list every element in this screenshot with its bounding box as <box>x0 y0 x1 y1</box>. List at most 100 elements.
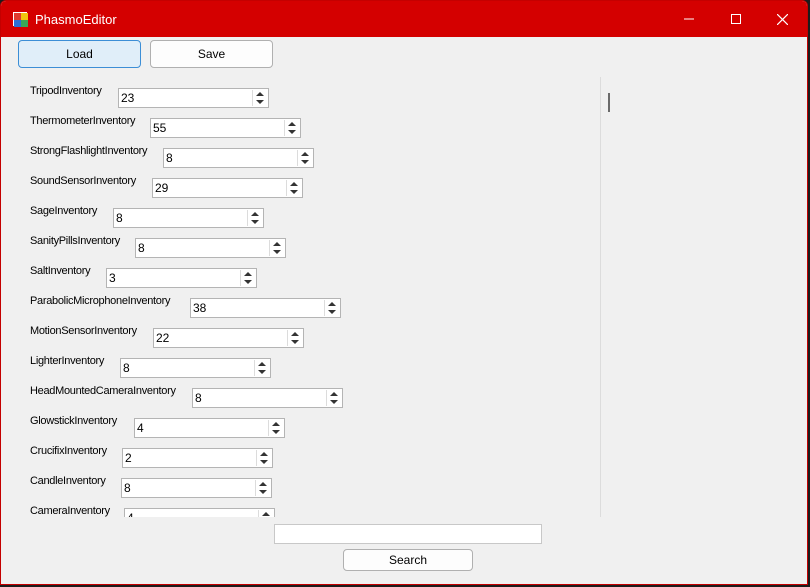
stepper-arrows[interactable] <box>287 330 302 346</box>
arrow-up-icon[interactable] <box>288 122 296 126</box>
search-button[interactable]: Search <box>343 549 473 571</box>
arrow-up-icon[interactable] <box>258 362 266 366</box>
stepper-arrows[interactable] <box>324 300 339 316</box>
arrow-down-icon[interactable] <box>272 430 280 434</box>
quantity-value[interactable]: 8 <box>195 391 202 405</box>
inventory-label: TripodInventory <box>30 85 102 97</box>
quantity-value[interactable]: 8 <box>138 241 145 255</box>
inventory-label: SaltInventory <box>30 265 91 277</box>
stepper-arrows[interactable] <box>284 120 299 136</box>
arrow-down-icon[interactable] <box>244 280 252 284</box>
arrow-up-icon[interactable] <box>328 302 336 306</box>
arrow-down-icon[interactable] <box>251 220 259 224</box>
quantity-stepper[interactable]: 2 <box>122 448 273 468</box>
stepper-arrows[interactable] <box>255 480 270 496</box>
quantity-value[interactable]: 2 <box>125 451 132 465</box>
quantity-value[interactable]: 8 <box>124 481 131 495</box>
arrow-down-icon[interactable] <box>260 460 268 464</box>
arrow-up-icon[interactable] <box>301 152 309 156</box>
stepper-arrows[interactable] <box>297 150 312 166</box>
arrow-up-icon[interactable] <box>290 182 298 186</box>
close-button[interactable] <box>759 1 805 37</box>
quantity-stepper[interactable]: 8 <box>113 208 264 228</box>
inventory-row: CandleInventory 8 <box>19 475 579 498</box>
inventory-label: SoundSensorInventory <box>30 175 136 187</box>
arrow-up-icon[interactable] <box>251 212 259 216</box>
arrow-up-icon[interactable] <box>262 512 270 516</box>
quantity-stepper[interactable]: 22 <box>153 328 304 348</box>
inventory-label: ThermometerInventory <box>30 115 136 127</box>
inventory-label: ParabolicMicrophoneInventory <box>30 295 171 307</box>
stepper-arrows[interactable] <box>247 210 262 226</box>
arrow-up-icon[interactable] <box>259 482 267 486</box>
arrow-up-icon[interactable] <box>330 392 338 396</box>
arrow-down-icon[interactable] <box>259 490 267 494</box>
inventory-panel[interactable]: TripodInventory 23 ThermometerInventory 55 S… <box>19 77 600 517</box>
quantity-value[interactable]: 22 <box>156 331 169 345</box>
minimize-button[interactable] <box>666 1 712 37</box>
quantity-value[interactable]: 4 <box>137 421 144 435</box>
arrow-down-icon[interactable] <box>256 100 264 104</box>
arrow-up-icon[interactable] <box>273 242 281 246</box>
quantity-stepper[interactable]: 8 <box>120 358 271 378</box>
search-input[interactable] <box>274 524 542 544</box>
arrow-up-icon[interactable] <box>272 422 280 426</box>
text-caret <box>608 93 610 112</box>
stepper-arrows[interactable] <box>256 450 271 466</box>
inventory-row: LighterInventory 8 <box>19 355 579 378</box>
quantity-stepper[interactable]: 3 <box>106 268 257 288</box>
stepper-arrows[interactable] <box>286 180 301 196</box>
load-button[interactable]: Load <box>18 40 141 68</box>
arrow-up-icon[interactable] <box>260 452 268 456</box>
arrow-down-icon[interactable] <box>273 250 281 254</box>
quantity-stepper[interactable]: 38 <box>190 298 341 318</box>
quantity-value[interactable]: 8 <box>123 361 130 375</box>
quantity-stepper[interactable]: 4 <box>124 508 275 517</box>
quantity-stepper[interactable]: 8 <box>121 478 272 498</box>
inventory-label: MotionSensorInventory <box>30 325 137 337</box>
quantity-stepper[interactable]: 29 <box>152 178 303 198</box>
window-title: PhasmoEditor <box>35 12 117 27</box>
arrow-down-icon[interactable] <box>301 160 309 164</box>
quantity-value[interactable]: 55 <box>153 121 166 135</box>
quantity-value[interactable]: 8 <box>116 211 123 225</box>
arrow-down-icon[interactable] <box>258 370 266 374</box>
quantity-value[interactable]: 4 <box>127 511 134 517</box>
save-button[interactable]: Save <box>150 40 273 68</box>
inventory-row: HeadMountedCameraInventory 8 <box>19 385 579 408</box>
stepper-arrows[interactable] <box>240 270 255 286</box>
quantity-stepper[interactable]: 8 <box>135 238 286 258</box>
arrow-down-icon[interactable] <box>291 340 299 344</box>
title-bar[interactable]: PhasmoEditor <box>1 1 807 37</box>
arrow-down-icon[interactable] <box>288 130 296 134</box>
quantity-value[interactable]: 29 <box>155 181 168 195</box>
stepper-arrows[interactable] <box>326 390 341 406</box>
inventory-label: HeadMountedCameraInventory <box>30 385 176 397</box>
maximize-button[interactable] <box>713 1 759 37</box>
quantity-value[interactable]: 38 <box>193 301 206 315</box>
arrow-down-icon[interactable] <box>290 190 298 194</box>
app-icon <box>13 12 28 27</box>
inventory-row: SaltInventory 3 <box>19 265 579 288</box>
quantity-value[interactable]: 23 <box>121 91 134 105</box>
inventory-row: SanityPillsInventory 8 <box>19 235 579 258</box>
quantity-stepper[interactable]: 23 <box>118 88 269 108</box>
arrow-up-icon[interactable] <box>291 332 299 336</box>
quantity-stepper[interactable]: 4 <box>134 418 285 438</box>
quantity-stepper[interactable]: 8 <box>163 148 314 168</box>
quantity-stepper[interactable]: 8 <box>192 388 343 408</box>
inventory-label: StrongFlashlightInventory <box>30 145 148 157</box>
quantity-value[interactable]: 3 <box>109 271 116 285</box>
stepper-arrows[interactable] <box>254 360 269 376</box>
arrow-up-icon[interactable] <box>256 92 264 96</box>
inventory-label: CandleInventory <box>30 475 106 487</box>
stepper-arrows[interactable] <box>269 240 284 256</box>
arrow-down-icon[interactable] <box>330 400 338 404</box>
stepper-arrows[interactable] <box>268 420 283 436</box>
quantity-stepper[interactable]: 55 <box>150 118 301 138</box>
quantity-value[interactable]: 8 <box>166 151 173 165</box>
arrow-up-icon[interactable] <box>244 272 252 276</box>
stepper-arrows[interactable] <box>252 90 267 106</box>
stepper-arrows[interactable] <box>258 510 273 517</box>
arrow-down-icon[interactable] <box>328 310 336 314</box>
